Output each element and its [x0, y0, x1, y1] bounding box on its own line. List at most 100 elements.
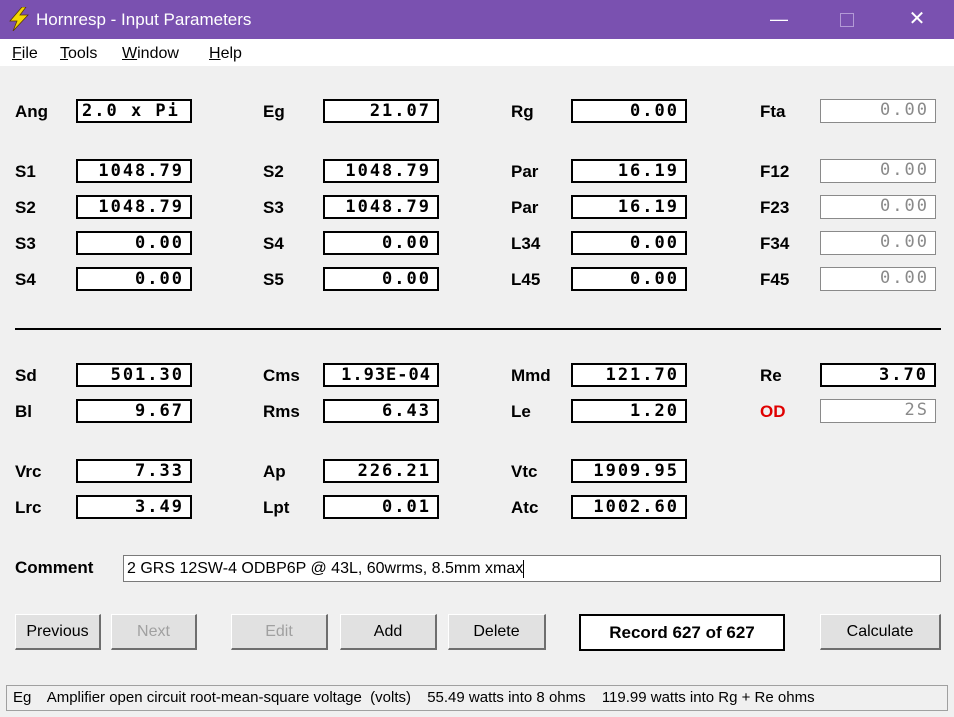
field-mmd[interactable]: 121.70: [571, 363, 687, 387]
field-bl[interactable]: 9.67: [76, 399, 192, 423]
field-le[interactable]: 1.20: [571, 399, 687, 423]
field-rg[interactable]: 0.00: [571, 99, 687, 123]
field-ang[interactable]: 2.0 x Pi: [76, 99, 192, 123]
field-s3-row4[interactable]: 0.00: [76, 231, 192, 255]
label-rg: Rg: [511, 102, 534, 121]
label-atc: Atc: [511, 498, 539, 517]
close-button[interactable]: ✕: [888, 0, 946, 39]
status-power-8-ohms: 55.49 watts into 8 ohms: [427, 689, 586, 706]
previous-button[interactable]: Previous: [15, 614, 101, 650]
label-l45: L45: [511, 270, 541, 289]
field-s3[interactable]: 1048.79: [323, 195, 439, 219]
calculate-button-label: Calculate: [846, 623, 914, 640]
next-button-label: Next: [137, 623, 170, 640]
field-rms[interactable]: 6.43: [323, 399, 439, 423]
field-fta: 0.00: [820, 99, 936, 123]
field-lrc[interactable]: 3.49: [76, 495, 192, 519]
field-od: 2S: [820, 399, 936, 423]
field-s1[interactable]: 1048.79: [76, 159, 192, 183]
label-eg: Eg: [263, 102, 285, 121]
delete-button-label: Delete: [473, 623, 520, 640]
label-l34: L34: [511, 234, 541, 253]
field-l34[interactable]: 0.00: [571, 231, 687, 255]
comment-text: 2 GRS 12SW-4 ODBP6P @ 43L, 60wrms, 8.5mm…: [127, 560, 524, 577]
label-s4-row5: S4: [15, 270, 36, 289]
field-vrc[interactable]: 7.33: [76, 459, 192, 483]
label-s1: S1: [15, 162, 36, 181]
field-f34: 0.00: [820, 231, 936, 255]
field-atc[interactable]: 1002.60: [571, 495, 687, 519]
menu-bar: File Tools Window Help: [0, 39, 954, 66]
label-s3: S3: [263, 198, 284, 217]
record-indicator: Record 627 of 627: [579, 614, 785, 651]
previous-button-label: Previous: [26, 623, 89, 640]
label-vrc: Vrc: [15, 462, 42, 481]
field-s4-row5[interactable]: 0.00: [76, 267, 192, 291]
label-s2: S2: [263, 162, 284, 181]
minimize-button[interactable]: —: [750, 0, 808, 39]
text-caret: [523, 559, 525, 578]
menu-tools[interactable]: Tools: [60, 45, 97, 63]
maximize-icon: [840, 13, 854, 28]
lightning-bolt-icon: [9, 7, 29, 31]
label-bl: Bl: [15, 402, 32, 421]
field-s2-row3[interactable]: 1048.79: [76, 195, 192, 219]
status-power-rg-re: 119.99 watts into Rg + Re ohms: [601, 689, 815, 706]
label-s5: S5: [263, 270, 284, 289]
label-cms: Cms: [263, 366, 300, 385]
label-ang: Ang: [15, 102, 49, 121]
menu-help[interactable]: Help: [209, 45, 242, 63]
delete-button[interactable]: Delete: [448, 614, 546, 650]
status-bar: Eg Amplifier open circuit root-mean-squa…: [0, 683, 954, 717]
label-lpt: Lpt: [263, 498, 290, 517]
label-f34: F34: [760, 234, 790, 253]
comment-input[interactable]: 2 GRS 12SW-4 ODBP6P @ 43L, 60wrms, 8.5mm…: [123, 555, 941, 582]
window-title: Hornresp - Input Parameters: [36, 10, 252, 29]
minimize-icon: —: [770, 9, 788, 29]
close-icon: ✕: [908, 8, 926, 30]
field-ap[interactable]: 226.21: [323, 459, 439, 483]
calculate-button[interactable]: Calculate: [820, 614, 941, 650]
input-parameters-panel: Ang 2.0 x Pi Eg 21.07 Rg 0.00 Fta 0.00 S…: [0, 66, 954, 683]
next-button: Next: [111, 614, 197, 650]
label-od[interactable]: OD: [760, 402, 786, 422]
add-button-label: Add: [373, 623, 403, 640]
label-par: Par: [511, 162, 539, 181]
label-vtc: Vtc: [511, 462, 538, 481]
field-cms[interactable]: 1.93E-04: [323, 363, 439, 387]
label-lrc: Lrc: [15, 498, 42, 517]
label-le: Le: [511, 402, 531, 421]
label-f23: F23: [760, 198, 790, 217]
field-f23: 0.00: [820, 195, 936, 219]
label-fta: Fta: [760, 102, 786, 121]
status-param: Eg: [13, 689, 32, 706]
label-sd: Sd: [15, 366, 37, 385]
menu-window[interactable]: Window: [122, 45, 179, 63]
label-f45: F45: [760, 270, 790, 289]
field-eg[interactable]: 21.07: [323, 99, 439, 123]
title-bar: Hornresp - Input Parameters — ✕: [0, 0, 954, 39]
field-l45[interactable]: 0.00: [571, 267, 687, 291]
field-s2[interactable]: 1048.79: [323, 159, 439, 183]
label-s3-row4: S3: [15, 234, 36, 253]
label-rms: Rms: [263, 402, 300, 421]
field-sd[interactable]: 501.30: [76, 363, 192, 387]
edit-button: Edit: [231, 614, 328, 650]
field-s4[interactable]: 0.00: [323, 231, 439, 255]
field-re[interactable]: 3.70: [820, 363, 936, 387]
field-vtc[interactable]: 1909.95: [571, 459, 687, 483]
field-lpt[interactable]: 0.01: [323, 495, 439, 519]
section-divider: [15, 328, 941, 330]
edit-button-label: Edit: [265, 623, 293, 640]
field-f45: 0.00: [820, 267, 936, 291]
menu-file[interactable]: File: [12, 45, 38, 63]
label-f12: F12: [760, 162, 790, 181]
field-f12: 0.00: [820, 159, 936, 183]
label-ap: Ap: [263, 462, 286, 481]
add-button[interactable]: Add: [340, 614, 437, 650]
field-par-1[interactable]: 16.19: [571, 159, 687, 183]
label-mmd: Mmd: [511, 366, 551, 385]
field-s5[interactable]: 0.00: [323, 267, 439, 291]
field-par-2[interactable]: 16.19: [571, 195, 687, 219]
label-par-2: Par: [511, 198, 539, 217]
